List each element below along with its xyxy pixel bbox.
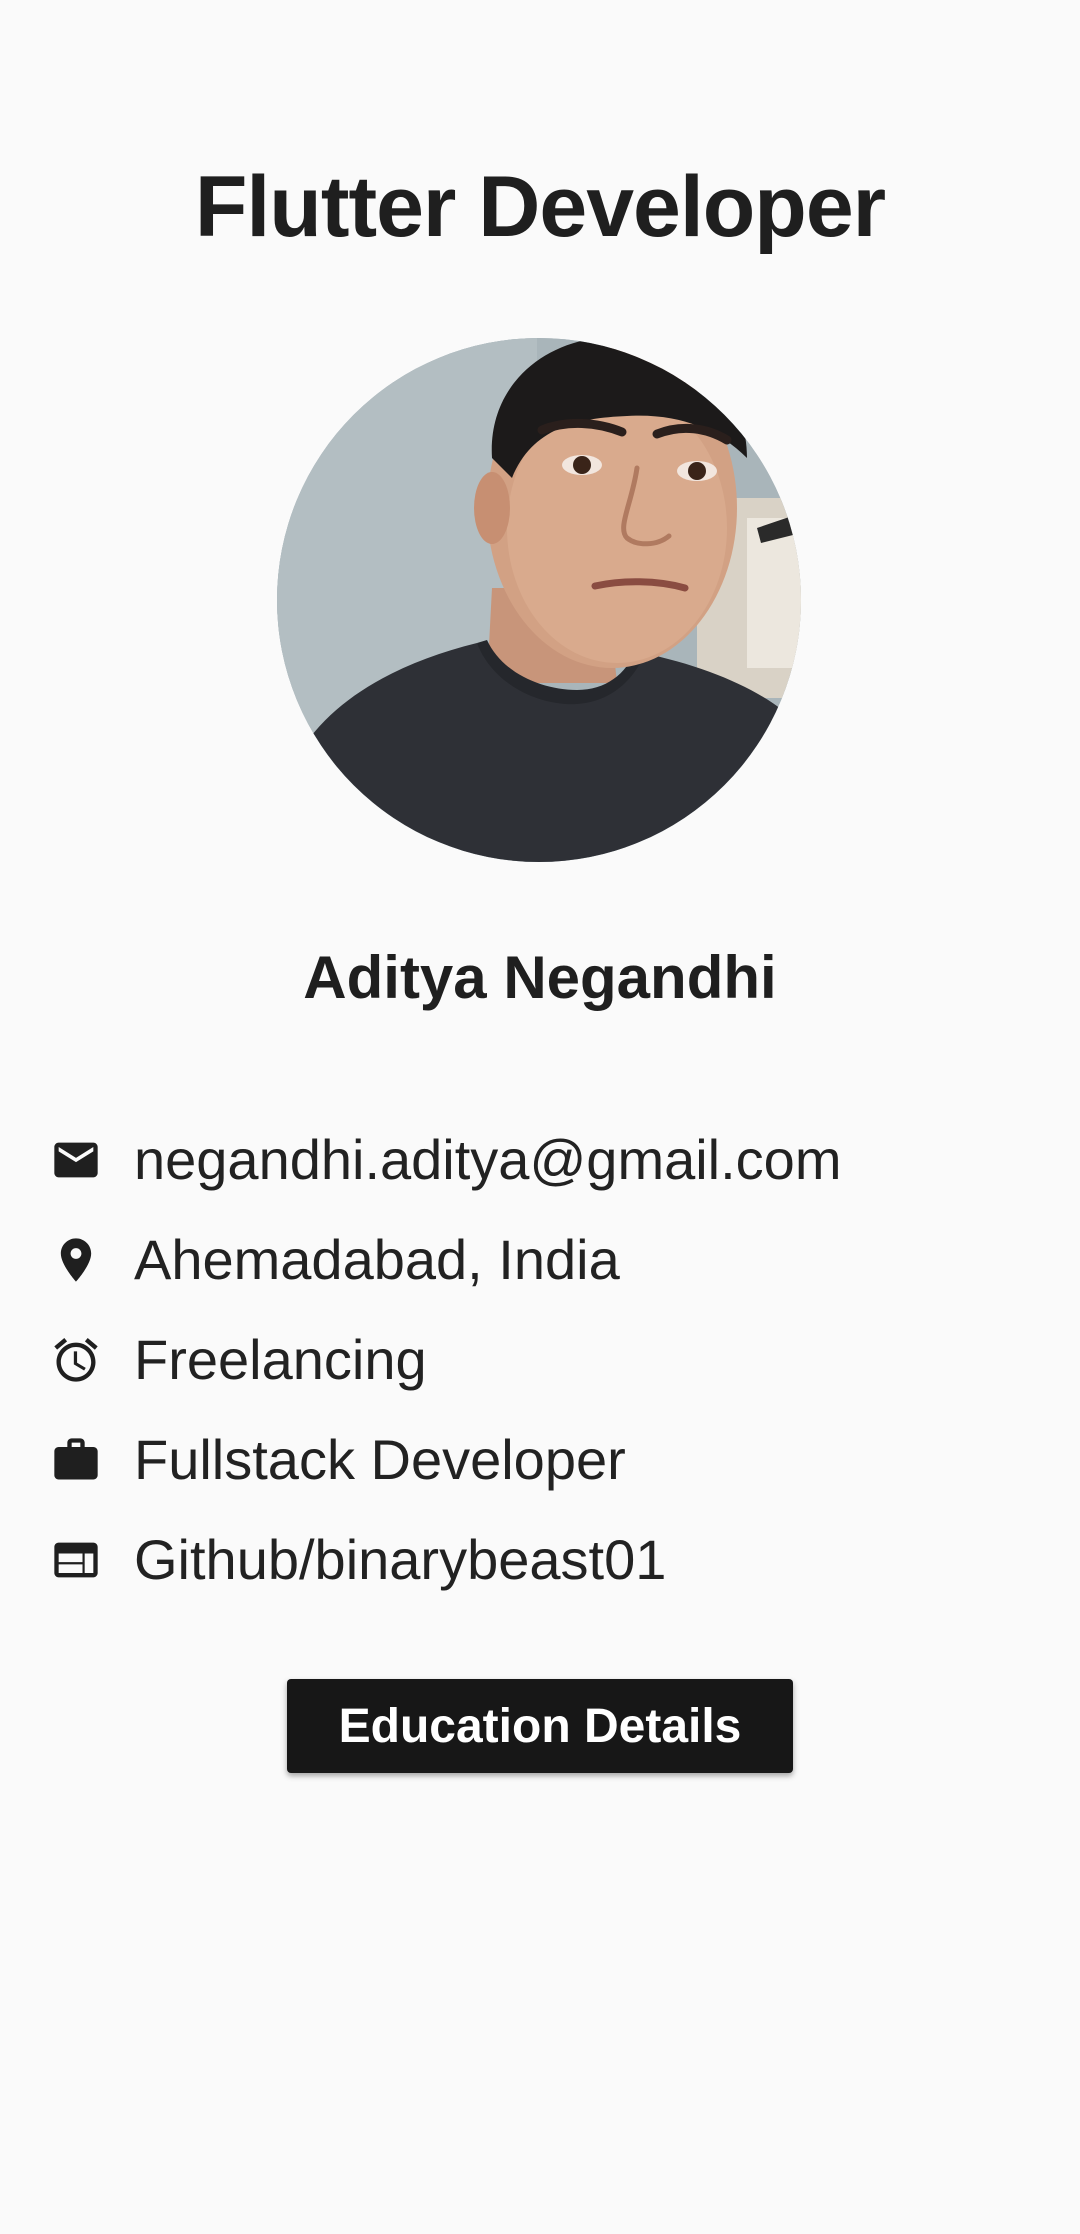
profile-photo <box>277 338 801 862</box>
github-text: Github/binarybeast01 <box>134 1528 667 1591</box>
info-row-email: negandhi.aditya@gmail.com <box>48 1110 1048 1210</box>
profile-screen: Flutter Developer Aditya Negandhi negand… <box>0 0 1080 2234</box>
email-text: negandhi.aditya@gmail.com <box>134 1128 842 1191</box>
info-row-github: Github/binarybeast01 <box>48 1510 1048 1610</box>
location-pin-icon <box>48 1232 104 1288</box>
web-card-icon <box>48 1532 104 1588</box>
profile-name: Aditya Negandhi <box>303 944 777 1011</box>
info-list: negandhi.aditya@gmail.com Ahemadabad, In… <box>48 1110 1048 1610</box>
info-row-status: Freelancing <box>48 1310 1048 1410</box>
briefcase-icon <box>48 1432 104 1488</box>
education-details-button[interactable]: Education Details <box>287 1679 793 1773</box>
page-title: Flutter Developer <box>194 159 886 255</box>
status-text: Freelancing <box>134 1328 427 1391</box>
info-row-role: Fullstack Developer <box>48 1410 1048 1510</box>
role-text: Fullstack Developer <box>134 1428 626 1491</box>
location-text: Ahemadabad, India <box>134 1228 620 1291</box>
info-row-location: Ahemadabad, India <box>48 1210 1048 1310</box>
mail-icon <box>48 1132 104 1188</box>
alarm-clock-icon <box>48 1332 104 1388</box>
avatar <box>277 338 801 862</box>
